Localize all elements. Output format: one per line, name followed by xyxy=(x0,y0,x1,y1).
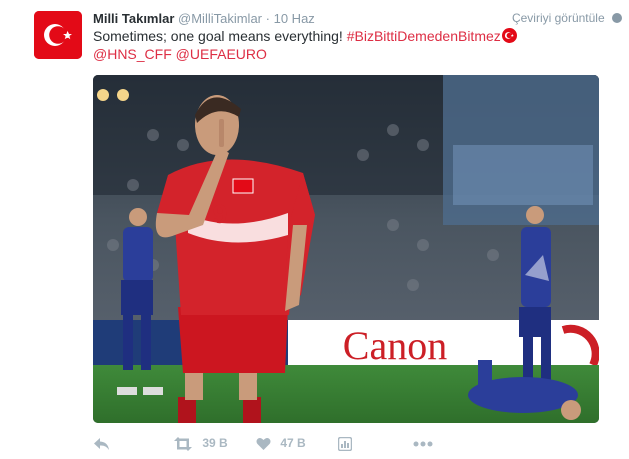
more-icon xyxy=(413,441,433,447)
turkey-flag-avatar-icon xyxy=(34,11,82,59)
mention-link-hns[interactable]: @HNS_CFF xyxy=(93,46,172,62)
turkey-flag-emoji-icon xyxy=(501,28,517,43)
retweet-button[interactable]: 39 B xyxy=(173,433,228,453)
tweet-text-body: Sometimes; one goal means everything! xyxy=(93,28,343,44)
user-handle[interactable]: @MilliTakimlar xyxy=(178,11,262,26)
tweet-text: Sometimes; one goal means everything! #B… xyxy=(93,27,613,63)
mention-link-uefa[interactable]: @UEFAEURO xyxy=(176,46,267,62)
translate-label: Çeviriyi görüntüle xyxy=(511,11,605,25)
tweet-photo[interactable]: Canon 9 xyxy=(93,75,599,423)
football-player-photo: Canon 9 xyxy=(93,75,599,423)
heart-icon xyxy=(256,437,271,450)
translate-link[interactable]: Çeviriyi görüntüle xyxy=(512,10,622,26)
display-name[interactable]: Milli Takımlar xyxy=(93,11,174,26)
analytics-button[interactable] xyxy=(337,433,353,453)
hashtag-link[interactable]: #BizBittiDemedenBitmez xyxy=(347,28,501,44)
more-button[interactable] xyxy=(413,433,433,453)
retweet-icon xyxy=(174,436,192,451)
avatar[interactable] xyxy=(34,11,82,59)
reply-icon xyxy=(94,437,109,450)
retweet-count: 39 B xyxy=(202,436,228,450)
reply-button[interactable] xyxy=(93,433,110,453)
jersey-number-text: 9 xyxy=(213,199,227,229)
canon-sign-text: Canon xyxy=(343,323,447,368)
like-count: 47 B xyxy=(280,436,306,450)
tweet: Milli Takımlar @MilliTakimlar · 10 Haz Ç… xyxy=(0,0,629,459)
tweet-actions: 39 B 47 B xyxy=(93,433,513,455)
like-button[interactable]: 47 B xyxy=(256,433,306,453)
analytics-icon xyxy=(337,436,353,452)
globe-icon xyxy=(612,13,622,23)
header-separator: · xyxy=(265,11,270,26)
tweet-timestamp[interactable]: 10 Haz xyxy=(274,11,315,26)
